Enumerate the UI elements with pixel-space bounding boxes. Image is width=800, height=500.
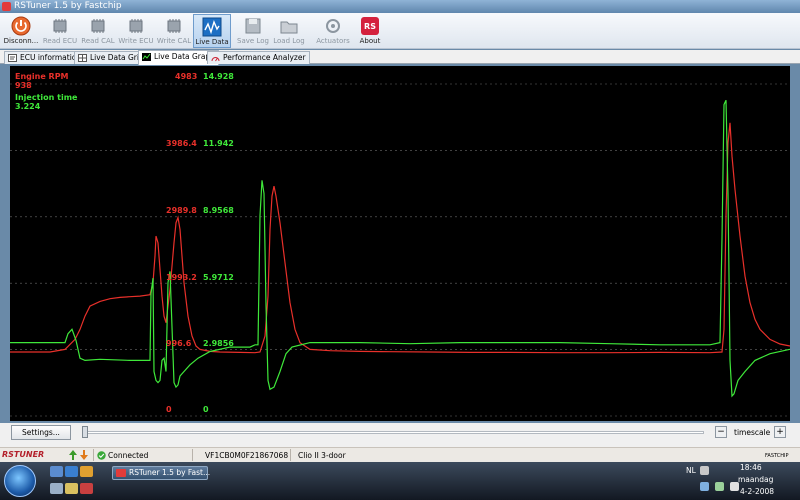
info-icon — [8, 54, 17, 62]
slider-thumb[interactable] — [82, 426, 88, 438]
live-data-graph[interactable]: Engine RPM 938 Injection time 3.224 4983… — [10, 66, 790, 421]
tab-ecu-information[interactable]: ECU information — [4, 51, 86, 64]
save-icon — [245, 18, 261, 34]
time-scroll-slider[interactable] — [84, 431, 704, 434]
chip-icon — [91, 19, 105, 33]
tab-strip: ECU information Live Data Grid Live Data… — [0, 50, 800, 65]
settings-button[interactable]: Settings... — [11, 425, 71, 440]
app-icon — [2, 2, 11, 11]
rpm-tick-label: 2989.8 — [166, 206, 197, 215]
injection-tick-label: 2.9856 — [203, 339, 234, 348]
folder-icon[interactable] — [65, 483, 78, 494]
engine-rpm-series-line — [10, 122, 790, 354]
load-icon — [280, 21, 298, 34]
status-separator — [93, 449, 94, 461]
connection-arrows-icon — [69, 450, 88, 460]
chip-icon — [129, 19, 143, 33]
rpm-signal-name: Engine RPM — [15, 72, 69, 81]
injection-signal-value: 3.224 — [15, 102, 41, 111]
rstuner-logo: RSTUNER — [2, 450, 45, 459]
zoom-in-button[interactable]: + — [774, 426, 786, 438]
injection-tick-label: 14.928 — [203, 72, 234, 81]
tray-icon[interactable] — [700, 466, 709, 475]
timescale-label: timescale — [734, 428, 771, 437]
rpm-tick-label: 1993.2 — [166, 273, 197, 282]
quick-launch-icon[interactable] — [80, 483, 93, 494]
window-title-bar[interactable]: RSTuner 1.5 by Fastchip — [0, 0, 800, 13]
chip-icon — [167, 19, 181, 33]
status-separator — [192, 449, 193, 461]
window-title: RSTuner 1.5 by Fastchip — [14, 1, 122, 11]
vin-number: VF1CB0M0F21867068 — [205, 451, 289, 460]
windows-taskbar: RSTuner 1.5 by Fast... NL 18:46 maandag … — [0, 462, 800, 500]
svg-text:RS: RS — [364, 22, 376, 31]
write-cal-button[interactable]: Write CAL — [155, 14, 193, 48]
clock-time[interactable]: 18:46 — [740, 463, 762, 472]
internet-explorer-icon[interactable] — [65, 466, 78, 477]
live-data-button[interactable]: Live Data — [193, 14, 231, 48]
network-icon[interactable] — [715, 482, 724, 491]
fastchip-logo: FASTCHIP — [765, 453, 789, 459]
rpm-tick-label: 996.6 — [166, 339, 192, 348]
disconnect-button[interactable]: Disconn... — [2, 14, 40, 48]
taskbar-item-rstuner[interactable]: RSTuner 1.5 by Fast... — [112, 466, 210, 480]
rs-logo-icon: RS — [361, 17, 379, 35]
read-cal-button[interactable]: Read CAL — [79, 14, 117, 48]
injection-tick-label: 11.942 — [203, 139, 234, 148]
injection-tick-label: 0 — [203, 405, 209, 414]
tab-performance-analyzer[interactable]: Performance Analyzer — [207, 51, 310, 64]
actuators-button[interactable]: Actuators — [314, 14, 352, 48]
app-icon — [116, 469, 126, 477]
clock-day: maandag — [738, 475, 774, 484]
live-data-icon — [202, 17, 222, 37]
zoom-out-button[interactable]: − — [715, 426, 727, 438]
language-indicator[interactable]: NL — [686, 466, 696, 475]
graph-controls: Settings... − timescale + — [0, 423, 800, 447]
read-ecu-button[interactable]: Read ECU — [41, 14, 79, 48]
chip-icon — [53, 19, 67, 33]
tab-live-data-grid[interactable]: Live Data Grid — [74, 51, 148, 64]
connection-status: Connected — [108, 451, 149, 460]
write-ecu-button[interactable]: Write ECU — [117, 14, 155, 48]
graph-icon — [142, 53, 151, 61]
actuator-icon — [326, 19, 340, 33]
clock-date: 4-2-2008 — [740, 487, 775, 496]
media-player-icon[interactable] — [80, 466, 93, 477]
rpm-tick-label: 0 — [166, 405, 172, 414]
quick-launch-icon[interactable] — [50, 483, 63, 494]
status-separator — [290, 449, 291, 461]
grid-icon — [78, 54, 87, 62]
load-log-button[interactable]: Load Log — [270, 14, 308, 48]
save-log-button[interactable]: Save Log — [234, 14, 272, 48]
about-button[interactable]: RS About — [351, 14, 389, 48]
rpm-tick-label: 3986.4 — [166, 139, 197, 148]
tray-icon[interactable] — [700, 482, 709, 491]
injection-tick-label: 8.9568 — [203, 206, 234, 215]
disconnect-icon — [11, 16, 31, 36]
injection-tick-label: 5.9712 — [203, 273, 234, 282]
connected-check-icon — [97, 451, 106, 460]
speedometer-icon — [211, 57, 220, 62]
status-bar: RSTUNER Connected VF1CB0M0F21867068 Clio… — [0, 447, 800, 462]
rpm-tick-label: 4983 — [175, 72, 198, 81]
main-toolbar: Disconn... Read ECU Read CAL Write ECU W… — [0, 13, 800, 49]
start-button[interactable] — [4, 465, 36, 497]
rpm-signal-value: 938 — [15, 81, 32, 90]
show-desktop-icon[interactable] — [50, 466, 63, 477]
injection-signal-name: Injection time — [15, 93, 78, 102]
graph-canvas — [10, 83, 790, 417]
vehicle-model: Clio II 3-door — [298, 451, 346, 460]
